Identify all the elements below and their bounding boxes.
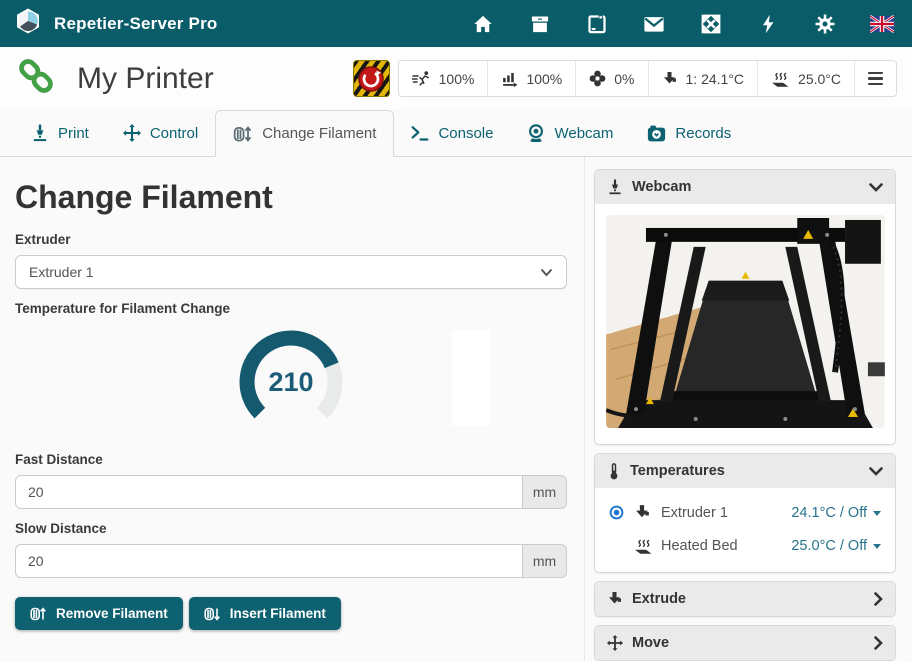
filament-down-icon (204, 606, 221, 622)
extruder-select[interactable]: Extruder 1 (15, 255, 567, 289)
gauge-value: 210 (268, 367, 313, 397)
chevron-right-icon (874, 636, 883, 650)
extruder-icon (607, 591, 623, 607)
printer-name: My Printer (77, 62, 214, 96)
printer-tab-bar: Print Control Change Filament Console (0, 110, 912, 157)
home-icon[interactable] (471, 12, 495, 36)
webcam-icon (527, 124, 545, 142)
insert-filament-button[interactable]: Insert Filament (189, 597, 341, 630)
temperatures-panel: Temperatures (594, 453, 896, 573)
chevron-down-icon (540, 268, 553, 277)
extruder-icon (662, 71, 678, 87)
tab-webcam[interactable]: Webcam (510, 110, 630, 156)
bed-temp-status[interactable]: 25.0°C (757, 61, 854, 96)
tab-print[interactable]: Print (14, 110, 106, 156)
right-sidebar: Webcam (594, 169, 896, 661)
change-filament-icon (233, 125, 253, 143)
active-tool-radio-icon[interactable] (609, 505, 624, 520)
fast-distance-label: Fast Distance (15, 452, 567, 467)
temperatures-panel-header[interactable]: Temperatures (595, 454, 895, 488)
webcam-live-image (606, 215, 885, 428)
filament-up-icon (30, 606, 47, 622)
settings-gear-icon[interactable] (813, 12, 837, 36)
printer-menu-button[interactable] (854, 61, 896, 96)
power-bolt-icon[interactable] (756, 12, 780, 36)
temperature-label: Temperature for Filament Change (15, 301, 567, 316)
caret-down-icon (873, 511, 881, 516)
model-box-icon[interactable] (585, 12, 609, 36)
caret-down-icon (873, 544, 881, 549)
page-title: Change Filament (15, 179, 567, 216)
extruder-label: Extruder (15, 232, 567, 247)
console-icon (411, 125, 429, 142)
heated-bed-temp-dropdown[interactable]: 25.0°C / Off (791, 538, 881, 554)
slow-distance-unit: mm (523, 544, 567, 578)
webcam-panel-header[interactable]: Webcam (595, 170, 895, 204)
fan-icon (589, 70, 606, 87)
extruder-temp-status[interactable]: 1: 24.1°C (648, 61, 758, 96)
extruder-temp-dropdown[interactable]: 24.1°C / Off (791, 505, 881, 521)
speed-runner-icon (412, 70, 431, 87)
tab-console[interactable]: Console (394, 110, 510, 156)
chevron-down-icon (869, 183, 883, 192)
extruder-icon (634, 504, 651, 521)
top-navbar: Repetier-Server Pro (0, 0, 912, 47)
slow-distance-group: mm (15, 544, 567, 578)
extrude-panel: Extrude (594, 581, 896, 617)
heated-bed-temp-name: Heated Bed (661, 538, 738, 554)
temperature-gauge[interactable]: 210 (15, 324, 567, 440)
printer-header: My Printer 100% (0, 47, 912, 110)
fan-status[interactable]: 0% (575, 61, 647, 96)
gauge-arc: 210 (228, 324, 354, 436)
remove-filament-button[interactable]: Remove Filament (15, 597, 183, 630)
nozzle-icon (607, 179, 623, 195)
tab-records[interactable]: Records (630, 110, 748, 156)
chevron-right-icon (874, 592, 883, 606)
print-nozzle-icon (31, 124, 49, 142)
fast-distance-group: mm (15, 475, 567, 509)
move-panel-header[interactable]: Move (595, 626, 895, 660)
connection-chain-icon (15, 55, 57, 102)
flow-bars-icon (501, 70, 518, 87)
hamburger-menu-icon (868, 72, 883, 85)
thermometer-icon (607, 463, 621, 480)
move-cross-icon (123, 124, 141, 142)
main-scrollbar-track[interactable] (584, 157, 585, 661)
extrude-panel-header[interactable]: Extrude (595, 582, 895, 616)
heated-bed-icon (771, 70, 790, 87)
heated-bed-temp-row: Heated Bed 25.0°C / Off (609, 529, 881, 562)
move-cross-icon (607, 635, 623, 651)
gauge-slider-area[interactable] (452, 330, 490, 426)
printer-status-toolbar: 100% 100% 0% (398, 60, 897, 97)
webcam-panel: Webcam (594, 169, 896, 445)
fast-distance-input[interactable] (15, 475, 523, 509)
slow-distance-input[interactable] (15, 544, 523, 578)
slow-distance-label: Slow Distance (15, 521, 567, 536)
extruder-temp-row: Extruder 1 24.1°C / Off (609, 496, 881, 529)
move-panel: Move (594, 625, 896, 661)
mail-icon[interactable] (642, 12, 666, 36)
fast-distance-unit: mm (523, 475, 567, 509)
records-camera-icon (647, 125, 666, 142)
repetier-logo-icon (14, 7, 42, 40)
heated-bed-icon (634, 537, 653, 554)
archive-box-icon[interactable] (528, 12, 552, 36)
fullscreen-icon[interactable] (699, 12, 723, 36)
tab-change-filament[interactable]: Change Filament (215, 110, 394, 157)
app-title: Repetier-Server Pro (54, 14, 217, 34)
chevron-down-icon (869, 467, 883, 476)
emergency-stop-button[interactable] (353, 60, 390, 97)
tab-control[interactable]: Control (106, 110, 215, 156)
flow-multiplier-status[interactable]: 100% (487, 61, 575, 96)
language-uk-flag-icon[interactable] (870, 12, 894, 36)
speed-multiplier-status[interactable]: 100% (399, 61, 488, 96)
change-filament-panel: Change Filament Extruder Extruder 1 Temp… (0, 157, 584, 630)
extruder-temp-name: Extruder 1 (661, 505, 728, 521)
